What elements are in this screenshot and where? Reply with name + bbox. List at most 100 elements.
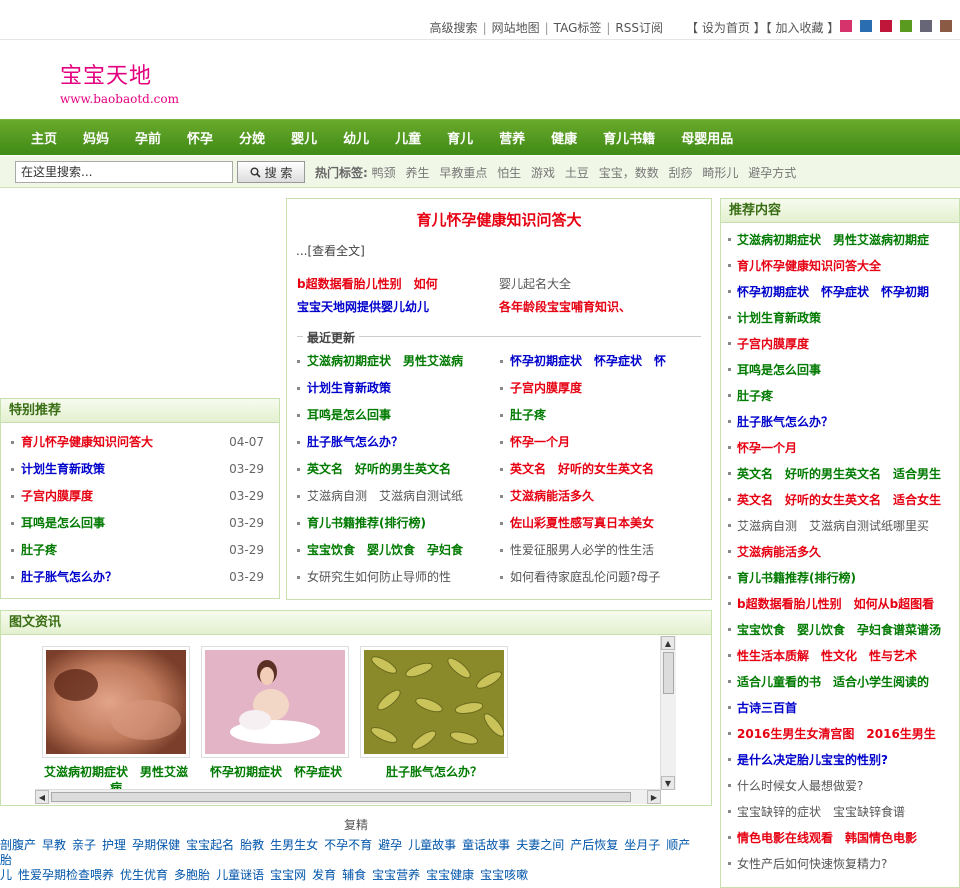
set-home-link[interactable]: 【 设为首页 】	[686, 21, 766, 35]
list-item[interactable]: 英文名 好听的男生英文名 适合男生	[721, 461, 959, 487]
headline-pair-link[interactable]: 婴儿起名大全	[499, 275, 571, 292]
recent-item[interactable]: 怀孕一个月	[500, 433, 686, 451]
list-item[interactable]: 2016生男生女清宫图 2016生男生	[721, 721, 959, 747]
picture-news-scroll[interactable]: 艾滋病初期症状 男性艾滋病 怀孕初期症状 怀孕症状 肚子胀气怎么办？	[36, 636, 660, 795]
list-item[interactable]: 女性产后如何快速恢复精力?	[721, 851, 959, 877]
list-item[interactable]: 肚子疼 03-29	[1, 537, 279, 564]
list-item[interactable]: 适合儿童看的书 适合小学生阅读的	[721, 669, 959, 695]
tag-link[interactable]: TAG标签	[554, 21, 602, 35]
nav-mama[interactable]: 妈妈	[70, 128, 122, 147]
list-item[interactable]: 古诗三百首	[721, 695, 959, 721]
search-button[interactable]: 搜 索	[237, 161, 305, 183]
scroll-right-icon[interactable]: ▶	[647, 790, 661, 804]
footer-tag[interactable]: 多胞胎	[174, 868, 210, 882]
scroll-thumb[interactable]	[663, 652, 674, 694]
headline-title[interactable]: 育儿怀孕健康知识问答大	[287, 209, 711, 230]
recent-item[interactable]: 如何看待家庭乱伦问题?母子	[500, 568, 686, 586]
nav-infant[interactable]: 婴儿	[278, 128, 330, 147]
recent-item[interactable]: 佐山彩夏性感写真日本美女	[500, 514, 686, 532]
list-item[interactable]: 宝宝饮食 婴儿饮食 孕妇食谱菜谱汤	[721, 617, 959, 643]
theme-swatch[interactable]	[860, 20, 872, 32]
scroll-down-icon[interactable]: ▼	[661, 776, 675, 790]
headline-pair-link[interactable]: 各年龄段宝宝哺育知识、	[499, 298, 631, 315]
recent-item[interactable]: 育儿书籍推荐(排行榜)	[297, 514, 493, 532]
rss-link[interactable]: RSS订阅	[615, 21, 663, 35]
advanced-search-link[interactable]: 高级搜索	[430, 21, 478, 35]
view-all-link[interactable]: ...[查看全文]	[296, 242, 711, 259]
footer-tag[interactable]: 坐月子	[624, 838, 660, 852]
footer-tag[interactable]: 辅食	[342, 868, 366, 882]
recent-item[interactable]: 耳鸣是怎么回事	[297, 406, 493, 424]
recent-item[interactable]: 宝宝饮食 婴儿饮食 孕妇食	[297, 541, 493, 559]
hot-tag[interactable]: 鸭颈	[372, 166, 396, 180]
footer-tag[interactable]: 顺产	[666, 838, 690, 852]
list-item[interactable]: 肚子胀气怎么办？ 03-29	[1, 564, 279, 591]
recent-item[interactable]: 性爱征服男人必学的性生活	[500, 541, 686, 559]
footer-tag[interactable]: 不孕不育	[324, 838, 372, 852]
footer-tag[interactable]: 夫妻之间	[516, 838, 564, 852]
recent-item[interactable]: 女研究生如何防止导师的性	[297, 568, 493, 586]
list-item[interactable]: 子宫内膜厚度 03-29	[1, 483, 279, 510]
scroll-left-icon[interactable]: ◀	[35, 790, 49, 804]
list-item[interactable]: 肚子胀气怎么办？	[721, 409, 959, 435]
hot-tag[interactable]: 游戏	[531, 166, 555, 180]
list-item[interactable]: 情色电影在线观看 韩国情色电影	[721, 825, 959, 851]
recent-item[interactable]: 艾滋病自测 艾滋病自测试纸	[297, 487, 493, 505]
nav-pregnancy[interactable]: 怀孕	[174, 128, 226, 147]
news-image[interactable]	[360, 646, 508, 758]
site-logo[interactable]: 宝宝天地 www.baobaotd.com	[60, 58, 179, 106]
footer-tag[interactable]: 宝宝健康	[426, 868, 474, 882]
list-item[interactable]: 子宫内膜厚度	[721, 331, 959, 357]
nav-pre-pregnancy[interactable]: 孕前	[122, 128, 174, 147]
recent-item[interactable]: 肚子疼	[500, 406, 686, 424]
footer-tag[interactable]: 发育	[312, 868, 336, 882]
footer-tag[interactable]: 孕期保健	[132, 838, 180, 852]
list-item[interactable]: 计划生育新政策	[721, 305, 959, 331]
scroll-up-icon[interactable]: ▲	[661, 636, 675, 650]
recent-item[interactable]: 怀孕初期症状 怀孕症状 怀	[500, 352, 686, 370]
footer-tag[interactable]: 童话故事	[462, 838, 510, 852]
footer-tag[interactable]: 儿童故事	[408, 838, 456, 852]
nav-books[interactable]: 育儿书籍	[590, 128, 668, 147]
footer-tag[interactable]: 性爱孕期检查喂养	[18, 868, 114, 882]
vertical-scrollbar[interactable]: ▲ ▼	[660, 636, 676, 790]
list-item[interactable]: 耳鸣是怎么回事 03-29	[1, 510, 279, 537]
list-item[interactable]: 育儿怀孕健康知识问答大 04-07	[1, 429, 279, 456]
nav-toddler[interactable]: 幼儿	[330, 128, 382, 147]
recent-item[interactable]: 计划生育新政策	[297, 379, 493, 397]
scroll-thumb[interactable]	[51, 792, 631, 802]
list-item[interactable]: 是什么决定胎儿宝宝的性别?	[721, 747, 959, 773]
recent-item[interactable]: 肚子胀气怎么办？	[297, 433, 493, 451]
hot-tag[interactable]: 养生	[405, 166, 429, 180]
hot-tag[interactable]: 畸形儿	[702, 166, 738, 180]
list-item[interactable]: 计划生育新政策 03-29	[1, 456, 279, 483]
theme-swatch[interactable]	[940, 20, 952, 32]
list-item[interactable]: 性生活本质解 性文化 性与艺术	[721, 643, 959, 669]
nav-health[interactable]: 健康	[538, 128, 590, 147]
list-item[interactable]: 什么时候女人最想做爱?	[721, 773, 959, 799]
footer-tag[interactable]: 护理	[102, 838, 126, 852]
theme-swatch[interactable]	[840, 20, 852, 32]
nav-parenting[interactable]: 育儿	[434, 128, 486, 147]
list-item[interactable]: 育儿书籍推荐(排行榜)	[721, 565, 959, 591]
recent-item[interactable]: 艾滋病能活多久	[500, 487, 686, 505]
nav-nutrition[interactable]: 营养	[486, 128, 538, 147]
hot-tag[interactable]: 避孕方式	[748, 166, 796, 180]
nav-children[interactable]: 儿童	[382, 128, 434, 147]
recent-item[interactable]: 英文名 好听的男生英文名	[297, 460, 493, 478]
list-item[interactable]: 怀孕一个月	[721, 435, 959, 461]
footer-tag[interactable]: 宝宝起名	[186, 838, 234, 852]
list-item[interactable]: 耳鸣是怎么回事	[721, 357, 959, 383]
list-item[interactable]: 宝宝缺锌的症状 宝宝缺锌食谱	[721, 799, 959, 825]
theme-swatch[interactable]	[880, 20, 892, 32]
hot-tag[interactable]: 怕生	[497, 166, 521, 180]
hot-tag[interactable]: 早教重点	[439, 166, 487, 180]
news-image[interactable]	[201, 646, 349, 758]
list-item[interactable]: 艾滋病自测 艾滋病自测试纸哪里买	[721, 513, 959, 539]
theme-swatch[interactable]	[920, 20, 932, 32]
hot-tag[interactable]: 宝宝，数数	[599, 166, 659, 180]
nav-childbirth[interactable]: 分娩	[226, 128, 278, 147]
recent-item[interactable]: 英文名 好听的女生英文名	[500, 460, 686, 478]
footer-tag[interactable]: 亲子	[72, 838, 96, 852]
footer-tag[interactable]: 产后恢复	[570, 838, 618, 852]
